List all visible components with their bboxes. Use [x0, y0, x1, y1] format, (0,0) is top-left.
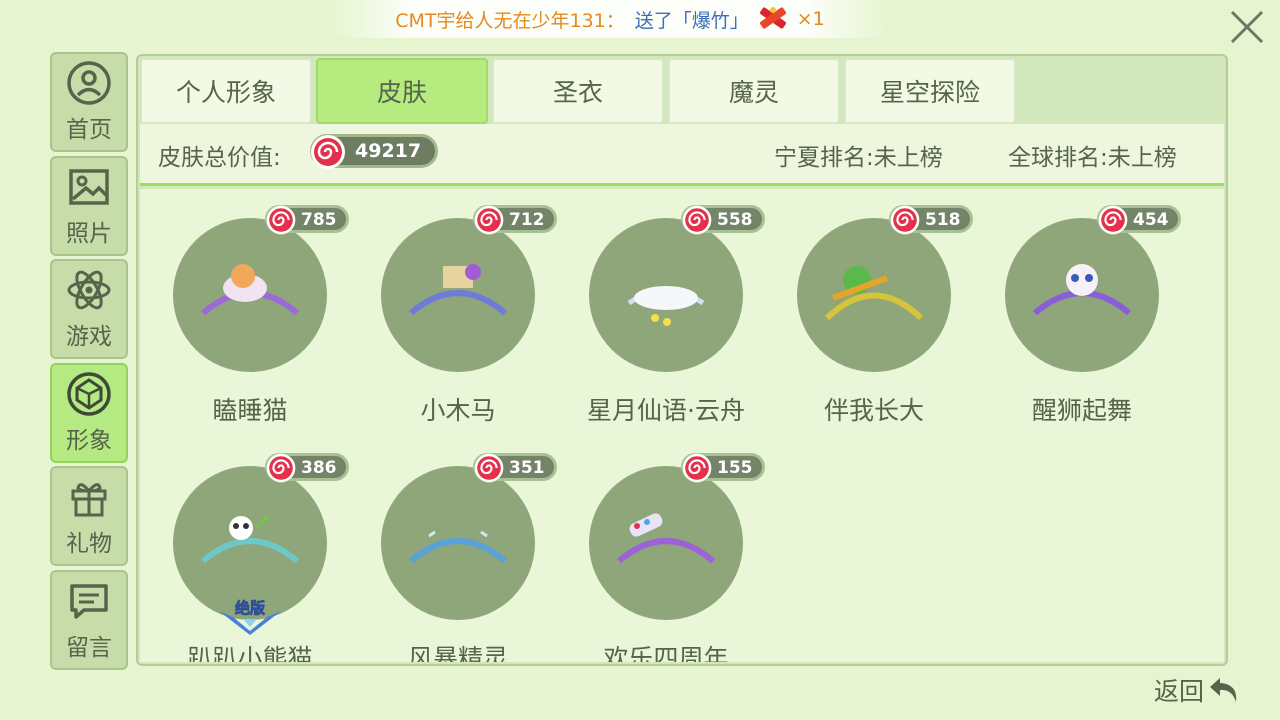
sidebar-item-games[interactable]: 游戏	[50, 259, 128, 359]
skin-name: 星月仙语·云舟	[587, 396, 745, 425]
skin-name: 伴我长大	[823, 396, 924, 425]
total-value-badge: 49217	[310, 134, 438, 169]
back-button[interactable]: 返回	[1154, 670, 1242, 710]
skin-name: 风暴精灵	[407, 644, 508, 662]
skin-name: 趴趴小熊猫	[187, 644, 313, 662]
sidebar-item-label: 形象	[66, 427, 112, 454]
skin-name: 醒狮起舞	[1031, 396, 1132, 425]
candy-icon	[474, 453, 504, 483]
skin-value: 386	[301, 458, 337, 478]
tab-profile[interactable]: 个人形象	[140, 58, 312, 124]
candy-icon	[266, 453, 296, 483]
skin-art-icon	[1033, 264, 1131, 316]
sidebar: 首页 照片 游戏 形象 礼物 留言	[50, 52, 128, 673]
skin-art-icon	[201, 264, 299, 316]
skin-grid: 785 瞌睡猫 712 小木马 558 星月仙语·云舟 518 伴我长大 454 醒狮起舞 386 趴…	[140, 189, 1224, 662]
skin-item[interactable]: 712 小木马	[348, 189, 557, 429]
sidebar-item-label: 留言	[66, 634, 112, 661]
sidebar-item-label: 照片	[66, 220, 112, 247]
sidebar-item-gifts[interactable]: 礼物	[50, 466, 128, 566]
tab-bar: 个人形象 皮肤 圣衣 魔灵 星空探险	[138, 58, 1018, 124]
notice-receiver: 给人无在少年131：	[455, 9, 625, 32]
skin-item[interactable]: 454 醒狮起舞	[972, 189, 1181, 429]
atom-icon	[67, 270, 111, 310]
skin-value: 712	[509, 210, 545, 230]
skin-value: 785	[301, 210, 337, 230]
candy-icon	[1098, 205, 1128, 235]
skin-value: 155	[717, 458, 753, 478]
back-arrow-icon	[1210, 678, 1237, 702]
candy-icon	[682, 453, 712, 483]
skin-item[interactable]: 386 趴趴小熊猫 绝版	[140, 437, 349, 662]
candy-icon	[890, 205, 920, 235]
sidebar-item-photos[interactable]: 照片	[50, 155, 128, 256]
limited-label: 绝版	[235, 599, 265, 617]
person-circle-icon	[67, 61, 111, 105]
skin-art-icon	[824, 266, 924, 321]
notice-count: ×1	[796, 8, 825, 30]
skin-value-badge: 351	[473, 453, 557, 483]
skin-value-badge: 454	[1097, 205, 1181, 235]
gift-icon	[71, 483, 107, 517]
skin-value-badge: 712	[473, 205, 557, 235]
skin-item[interactable]: 155 欢乐四周年	[556, 437, 765, 662]
candy-icon	[311, 135, 345, 169]
skin-value-badge: 785	[265, 205, 349, 235]
back-label: 返回	[1154, 677, 1205, 706]
skin-art-icon	[617, 513, 715, 564]
skin-value-badge: 155	[681, 453, 765, 483]
skin-summary-bar: 皮肤总价值: 49217 宁夏排名:未上榜 全球排名:未上榜	[140, 124, 1224, 186]
notice-sender: CMT宇	[395, 9, 456, 32]
tab-star-explore[interactable]: 星空探险	[844, 58, 1016, 124]
skin-value: 518	[925, 210, 961, 230]
local-rank: 宁夏排名:未上榜	[774, 145, 943, 171]
skin-item[interactable]: 558 星月仙语·云舟	[556, 189, 765, 429]
skin-value: 454	[1133, 210, 1169, 230]
tab-skins[interactable]: 皮肤	[316, 58, 488, 124]
total-value: 49217	[355, 140, 422, 162]
gem-icon	[67, 371, 111, 416]
sidebar-item-appearance[interactable]: 形象	[50, 362, 128, 463]
skin-name: 瞌睡猫	[212, 396, 288, 425]
candy-icon	[682, 205, 712, 235]
tab-spirit[interactable]: 魔灵	[668, 58, 840, 124]
message-icon	[70, 583, 108, 619]
skin-value-badge: 518	[889, 205, 973, 235]
gift-notification: CMT宇 给人无在少年131： 送了「爆竹」 ×1	[330, 0, 890, 38]
skin-item[interactable]: 518 伴我长大	[764, 189, 973, 429]
skin-name: 欢乐四周年	[603, 644, 729, 662]
sidebar-item-messages[interactable]: 留言	[50, 569, 128, 670]
firecracker-icon	[759, 7, 786, 29]
candy-icon	[266, 205, 296, 235]
skin-item[interactable]: 351 风暴精灵	[348, 437, 557, 662]
notice-gift: 送了「爆竹」	[634, 9, 749, 32]
candy-icon	[474, 205, 504, 235]
skin-art-icon	[627, 264, 705, 326]
limited-edition-badge: 绝版	[219, 599, 281, 635]
skin-value: 351	[509, 458, 545, 478]
close-icon[interactable]	[1226, 6, 1268, 48]
sidebar-item-label: 礼物	[66, 531, 112, 557]
sidebar-item-label: 游戏	[66, 324, 112, 350]
skin-art-icon	[409, 264, 507, 316]
skin-art-icon	[409, 530, 507, 564]
sidebar-item-home[interactable]: 首页	[50, 52, 128, 152]
global-rank: 全球排名:未上榜	[1008, 145, 1177, 171]
photo-icon	[69, 168, 109, 205]
skin-value: 558	[717, 210, 753, 230]
sidebar-item-label: 首页	[66, 117, 112, 143]
skin-value-badge: 386	[265, 453, 349, 483]
skin-name: 小木马	[420, 396, 496, 425]
skin-item[interactable]: 785 瞌睡猫	[140, 189, 349, 429]
total-value-label: 皮肤总价值:	[158, 145, 281, 171]
tab-armor[interactable]: 圣衣	[492, 58, 664, 124]
main-panel: 个人形象 皮肤 圣衣 魔灵 星空探险 皮肤总价值: 49217 宁夏排名:未上榜…	[136, 54, 1228, 666]
skin-value-badge: 558	[681, 205, 765, 235]
